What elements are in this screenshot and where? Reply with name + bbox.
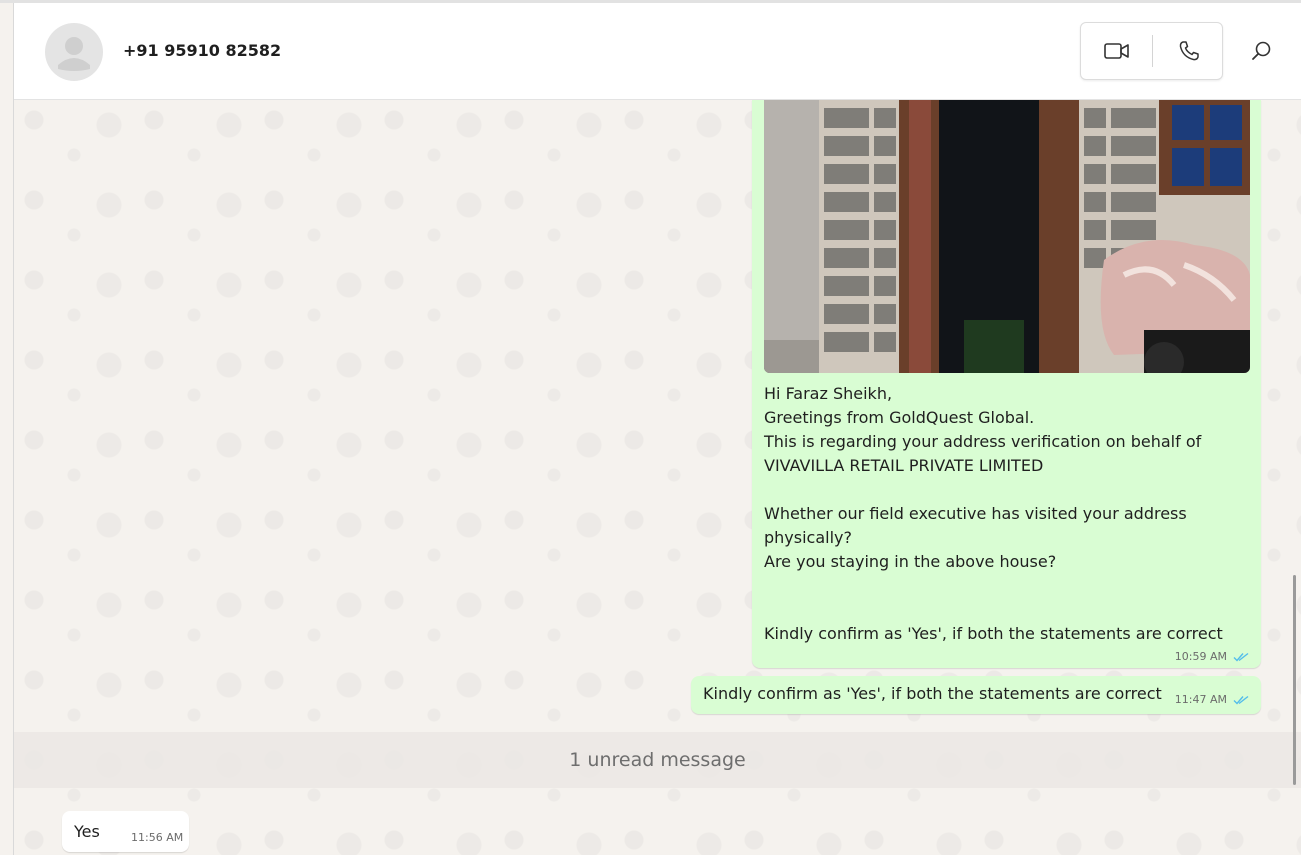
call-divider xyxy=(1152,35,1153,67)
default-avatar-icon xyxy=(58,37,90,71)
video-call-button[interactable] xyxy=(1095,33,1139,69)
voice-call-button[interactable] xyxy=(1167,33,1211,69)
chat-scrollbar[interactable] xyxy=(1293,575,1296,785)
video-camera-icon xyxy=(1104,43,1129,59)
unread-label: 1 unread message xyxy=(569,749,746,771)
read-double-check-icon xyxy=(1233,652,1249,662)
message-text: Kindly confirm as 'Yes', if both the sta… xyxy=(703,684,1162,703)
search-button[interactable] xyxy=(1246,33,1276,69)
message-time: 11:56 AM xyxy=(131,831,184,844)
house-photo-image xyxy=(764,100,1250,373)
unread-divider: 1 unread message xyxy=(14,732,1301,788)
outgoing-message[interactable]: Kindly confirm as 'Yes', if both the sta… xyxy=(691,676,1261,714)
message-time: 10:59 AM xyxy=(1174,650,1227,663)
outgoing-message-with-photo[interactable]: Hi Faraz Sheikh, Greetings from GoldQues… xyxy=(752,100,1261,668)
chat-header: +91 95910 82582 xyxy=(14,3,1301,100)
phone-icon xyxy=(1179,41,1199,61)
message-text: Yes xyxy=(74,822,100,841)
chat-area: Hi Faraz Sheikh, Greetings from GoldQues… xyxy=(14,100,1301,855)
read-double-check-icon xyxy=(1233,695,1249,705)
message-time: 11:47 AM xyxy=(1174,693,1227,706)
contact-name[interactable]: +91 95910 82582 xyxy=(123,41,281,60)
search-icon xyxy=(1252,41,1271,60)
house-photo[interactable] xyxy=(764,100,1250,373)
contact-avatar[interactable] xyxy=(45,23,103,81)
message-meta: 11:47 AM xyxy=(1175,693,1249,706)
call-button-group xyxy=(1080,22,1223,80)
message-text: Hi Faraz Sheikh, Greetings from GoldQues… xyxy=(764,384,1223,643)
message-meta: 10:59 AM xyxy=(1175,650,1249,663)
incoming-message[interactable]: Yes 11:56 AM xyxy=(62,811,189,852)
